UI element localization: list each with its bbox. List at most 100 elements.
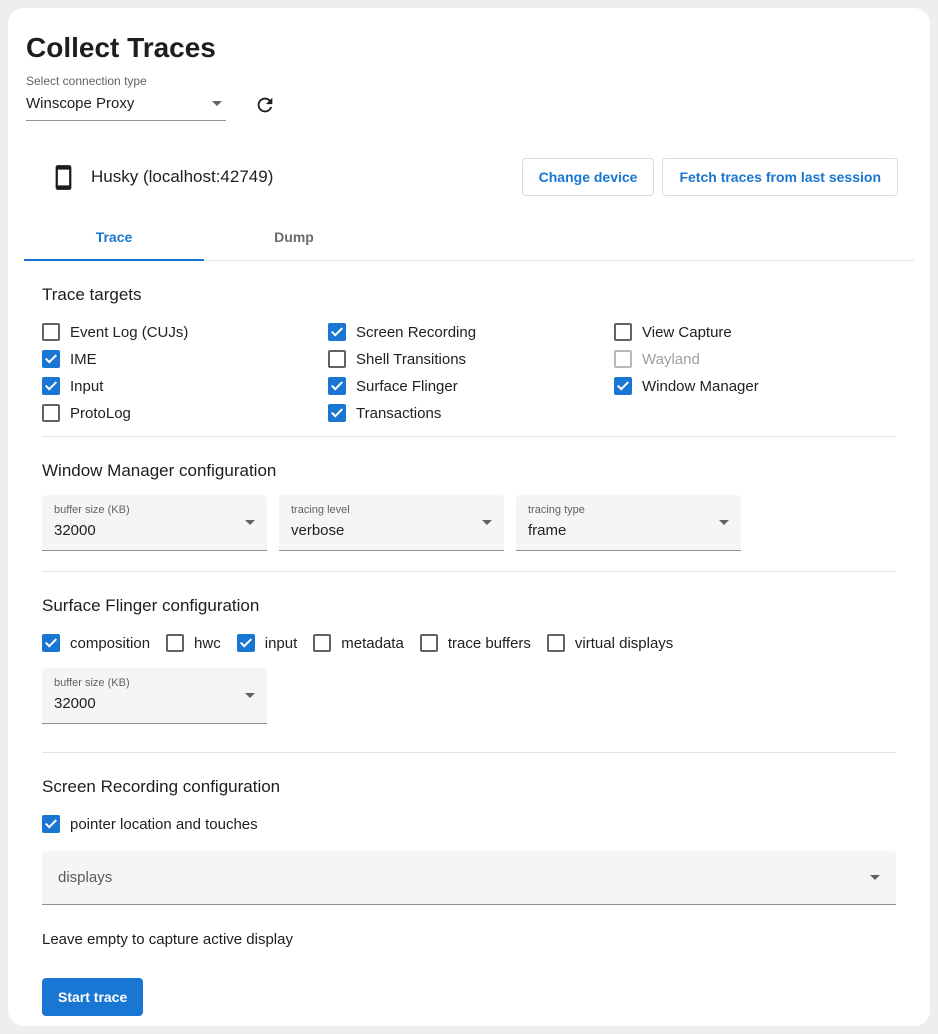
window-manager-config-section: Window Manager configuration buffer size… [24, 461, 914, 551]
checkbox-box [328, 323, 346, 341]
fetch-traces-button[interactable]: Fetch traces from last session [662, 158, 898, 196]
sr-config-checkboxes: pointer location and touches [42, 815, 896, 833]
checkbox-box [614, 377, 632, 395]
displays-select[interactable]: displays [42, 851, 896, 905]
sf-config-checkboxes: composition hwc input metadata trace buf… [42, 634, 896, 652]
checkbox-box [328, 377, 346, 395]
screen-recording-config-title: Screen Recording configuration [42, 777, 896, 797]
refresh-icon [254, 94, 276, 116]
chevron-down-icon [482, 520, 492, 525]
checkbox-label: input [265, 635, 298, 652]
field-value: frame [528, 522, 729, 539]
wm-tracing-type-select[interactable]: tracing type frame [516, 495, 741, 551]
connection-type-select[interactable]: Winscope Proxy [26, 88, 226, 121]
device-row: Husky (localhost:42749) Change device Fe… [24, 157, 914, 197]
device-name: Husky (localhost:42749) [91, 167, 273, 187]
checkbox-box [42, 815, 60, 833]
field-label: tracing type [528, 504, 729, 516]
field-value: 32000 [54, 522, 255, 539]
field-label: tracing level [291, 504, 492, 516]
checkbox-box [237, 634, 255, 652]
trace-targets-grid: Event Log (CUJs) IME Input ProtoLog [42, 323, 896, 422]
connection-section: Select connection type Winscope Proxy [26, 74, 914, 121]
checkbox-box [166, 634, 184, 652]
tab-bar: Trace Dump [24, 215, 914, 261]
checkbox-protolog[interactable]: ProtoLog [42, 404, 328, 422]
field-label: buffer size (KB) [54, 677, 255, 689]
checkbox-label: Event Log (CUJs) [70, 324, 188, 341]
checkbox-label: Shell Transitions [356, 351, 466, 368]
checkbox-screen-recording[interactable]: Screen Recording [328, 323, 614, 341]
checkbox-box [328, 350, 346, 368]
checkbox-surface-flinger[interactable]: Surface Flinger [328, 377, 614, 395]
field-value: verbose [291, 522, 492, 539]
sf-config-fields: buffer size (KB) 32000 [42, 668, 896, 724]
checkbox-sf-trace-buffers[interactable]: trace buffers [420, 634, 531, 652]
checkbox-label: View Capture [642, 324, 732, 341]
checkbox-ime[interactable]: IME [42, 350, 328, 368]
connection-type-value: Winscope Proxy [26, 95, 134, 112]
checkbox-transactions[interactable]: Transactions [328, 404, 614, 422]
checkbox-label: metadata [341, 635, 404, 652]
checkbox-sf-composition[interactable]: composition [42, 634, 150, 652]
field-label: buffer size (KB) [54, 504, 255, 516]
checkbox-label: IME [70, 351, 97, 368]
checkbox-label: Screen Recording [356, 324, 476, 341]
tab-trace[interactable]: Trace [24, 215, 204, 261]
checkbox-label: trace buffers [448, 635, 531, 652]
window-manager-config-title: Window Manager configuration [42, 461, 896, 481]
checkbox-sf-input[interactable]: input [237, 634, 298, 652]
wm-tracing-level-select[interactable]: tracing level verbose [279, 495, 504, 551]
trace-targets-title: Trace targets [42, 285, 896, 305]
chevron-down-icon [212, 101, 222, 106]
start-trace-button[interactable]: Start trace [42, 978, 143, 1016]
section-divider [42, 436, 896, 437]
checkbox-pointer-location[interactable]: pointer location and touches [42, 815, 258, 833]
connection-type-label: Select connection type [26, 74, 914, 88]
checkbox-label: Input [70, 378, 103, 395]
checkbox-box [313, 634, 331, 652]
checkbox-box [42, 377, 60, 395]
wm-buffer-size-select[interactable]: buffer size (KB) 32000 [42, 495, 267, 551]
checkbox-window-manager[interactable]: Window Manager [614, 377, 896, 395]
checkbox-box [42, 323, 60, 341]
refresh-connection-button[interactable] [252, 92, 278, 118]
chevron-down-icon [719, 520, 729, 525]
chevron-down-icon [245, 693, 255, 698]
surface-flinger-config-title: Surface Flinger configuration [42, 596, 896, 616]
checkbox-label: Surface Flinger [356, 378, 458, 395]
checkbox-wayland: Wayland [614, 350, 896, 368]
checkbox-label: hwc [194, 635, 221, 652]
checkbox-shell-transitions[interactable]: Shell Transitions [328, 350, 614, 368]
checkbox-sf-metadata[interactable]: metadata [313, 634, 404, 652]
checkbox-box [42, 404, 60, 422]
checkbox-box [42, 634, 60, 652]
checkbox-label: composition [70, 635, 150, 652]
checkbox-view-capture[interactable]: View Capture [614, 323, 896, 341]
change-device-button[interactable]: Change device [522, 158, 655, 196]
screen-recording-config-section: Screen Recording configuration pointer l… [24, 777, 914, 1016]
checkbox-box [614, 323, 632, 341]
sf-buffer-size-select[interactable]: buffer size (KB) 32000 [42, 668, 267, 724]
section-divider [42, 752, 896, 753]
field-value: 32000 [54, 695, 255, 712]
checkbox-label: Window Manager [642, 378, 759, 395]
surface-flinger-config-section: Surface Flinger configuration compositio… [24, 596, 914, 724]
checkbox-sf-virtual-displays[interactable]: virtual displays [547, 634, 673, 652]
checkbox-label: virtual displays [575, 635, 673, 652]
checkbox-event-log-cujs[interactable]: Event Log (CUJs) [42, 323, 328, 341]
checkbox-box [328, 404, 346, 422]
section-divider [42, 571, 896, 572]
checkbox-box [42, 350, 60, 368]
wm-config-fields: buffer size (KB) 32000 tracing level ver… [42, 495, 896, 551]
checkbox-label: Wayland [642, 351, 700, 368]
checkbox-label: pointer location and touches [70, 816, 258, 833]
page-title: Collect Traces [26, 32, 912, 64]
checkbox-box [420, 634, 438, 652]
checkbox-input[interactable]: Input [42, 377, 328, 395]
checkbox-box [547, 634, 565, 652]
displays-hint-text: Leave empty to capture active display [42, 931, 896, 948]
trace-targets-section: Trace targets Event Log (CUJs) IME Input [24, 285, 914, 422]
checkbox-sf-hwc[interactable]: hwc [166, 634, 221, 652]
tab-dump[interactable]: Dump [204, 215, 384, 261]
